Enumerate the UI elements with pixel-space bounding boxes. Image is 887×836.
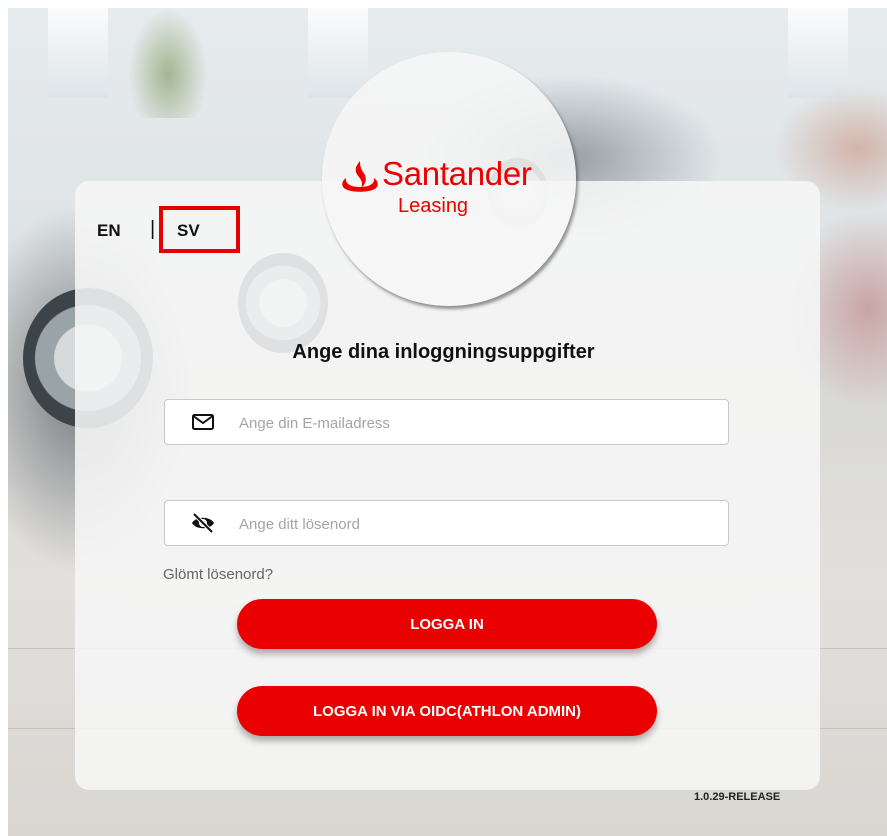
background-window	[48, 8, 108, 98]
brand-name: Santander	[382, 155, 532, 192]
language-separator: |	[150, 218, 156, 240]
version-label: 1.0.29-RELEASE	[694, 791, 781, 803]
forgot-password-link[interactable]: Glömt lösenord?	[163, 566, 273, 583]
background-window	[788, 8, 848, 98]
santander-flame-icon	[342, 161, 378, 192]
email-input[interactable]	[237, 408, 711, 438]
login-button[interactable]: LOGGA IN	[237, 599, 657, 649]
password-input[interactable]	[237, 509, 711, 539]
language-selection-highlight	[159, 206, 240, 253]
language-option-en[interactable]: EN	[97, 221, 121, 241]
envelope-icon	[192, 414, 214, 430]
email-field[interactable]	[164, 399, 729, 445]
login-heading: Ange dina inloggningsuppgifter	[292, 341, 595, 363]
background-plant	[128, 8, 208, 118]
eye-slash-icon[interactable]	[191, 513, 215, 533]
background-window	[308, 8, 368, 98]
santander-leasing-logo: Santander Leasing	[338, 150, 568, 230]
oidc-login-button[interactable]: LOGGA IN VIA OIDC(ATHLON ADMIN)	[237, 686, 657, 736]
brand-subtitle: Leasing	[398, 195, 469, 217]
password-field[interactable]	[164, 500, 729, 546]
